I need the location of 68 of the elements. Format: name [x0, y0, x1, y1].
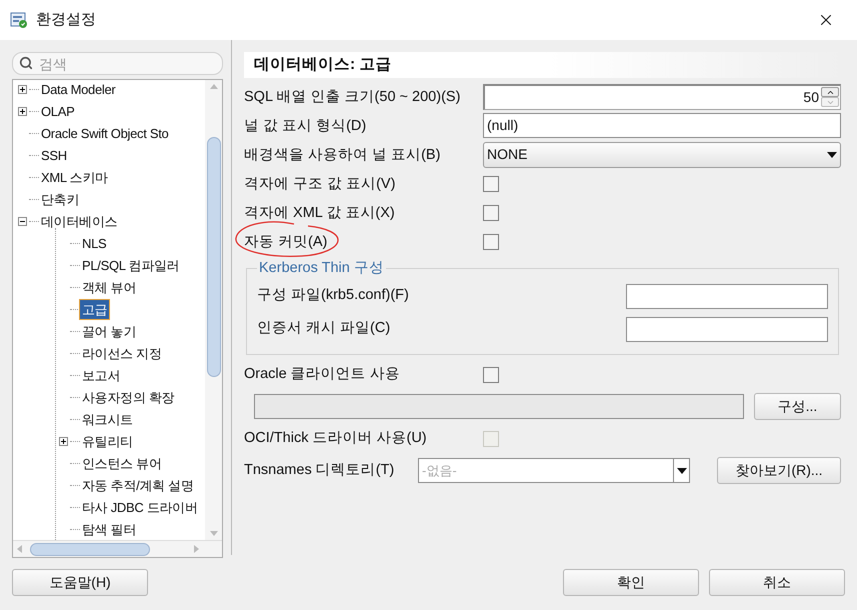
field-label: 격자에 XML 값 표시(X)	[244, 204, 395, 220]
text-field[interactable]	[626, 316, 828, 342]
expand-icon[interactable]	[18, 84, 26, 94]
search-field[interactable]: 검색	[12, 52, 223, 75]
ok-button[interactable]: 확인	[563, 569, 699, 596]
field-label: 널 값 표시 형식(D)	[244, 118, 366, 134]
scroll-left-icon[interactable]	[17, 545, 22, 553]
browse-button[interactable]: 찾아보기(R)...	[717, 457, 841, 484]
dropdown-button[interactable]	[674, 458, 690, 484]
tree-item[interactable]: XML 스키마	[39, 168, 110, 186]
text-field[interactable]: (null)	[483, 113, 841, 138]
search-icon	[19, 56, 33, 70]
tree-item[interactable]: SSH	[39, 146, 69, 164]
field-label: Oracle 클라이언트 사용	[244, 364, 401, 384]
expand-icon[interactable]	[18, 106, 26, 116]
scroll-thumb[interactable]	[30, 542, 150, 556]
checkbox[interactable]	[483, 204, 499, 220]
field-label: 자동 커밋(A)	[244, 234, 328, 250]
tree-item[interactable]: 라이선스 지정	[80, 344, 164, 362]
field-label: 격자에 구조 값 표시(V)	[244, 176, 396, 192]
checkbox[interactable]	[483, 176, 499, 192]
tree-item[interactable]: 끌어 놓기	[80, 322, 138, 340]
configure-button[interactable]: 구성...	[754, 393, 841, 420]
collapse-icon[interactable]	[18, 216, 26, 226]
field-label: 인증서 캐시 파일(C)	[257, 319, 390, 338]
dropdown-arrow-icon	[676, 468, 686, 474]
spin-up-icon[interactable]	[821, 87, 839, 97]
dropdown-arrow-icon	[827, 152, 837, 158]
field-label: Tnsnames 디렉토리(T)	[244, 460, 396, 480]
scroll-up-icon[interactable]	[210, 84, 218, 89]
checkbox[interactable]	[483, 234, 499, 250]
number-field[interactable]: 50	[483, 84, 841, 110]
tree-item[interactable]: 탐색 필터	[80, 520, 138, 538]
horizontal-scrollbar[interactable]	[13, 540, 222, 557]
tree-item[interactable]: Data Modeler	[39, 80, 118, 98]
tree-item[interactable]: Oracle Swift Object Sto	[39, 124, 170, 142]
scroll-right-icon[interactable]	[194, 545, 199, 553]
combo-field[interactable]: -없음-	[418, 458, 674, 484]
group-title: Kerberos Thin 구성	[258, 259, 385, 278]
tree-item[interactable]: 자동 추적/계획 설명	[80, 476, 196, 494]
field-label: OCI/Thick 드라이버 사용(U)	[244, 428, 428, 448]
tree-item[interactable]: PL/SQL 컴파일러	[80, 256, 182, 274]
app-icon	[10, 11, 28, 29]
tree-item[interactable]: 사용자정의 확장	[80, 388, 176, 406]
dropdown[interactable]: NONE	[483, 142, 841, 168]
scroll-down-icon[interactable]	[210, 531, 218, 536]
tree-item[interactable]: NLS	[80, 234, 108, 252]
help-button[interactable]: 도움말(H)	[12, 569, 148, 596]
tree-item[interactable]: 타사 JDBC 드라이버	[80, 498, 200, 516]
text-field[interactable]	[626, 284, 828, 309]
tree-item[interactable]: 인스턴스 뷰어	[80, 454, 164, 472]
expand-icon[interactable]	[58, 436, 68, 446]
cancel-button[interactable]: 취소	[709, 569, 845, 596]
field-label: 배경색을 사용하여 널 표시(B)	[244, 146, 440, 162]
tree-item[interactable]: 데이터베이스	[39, 212, 120, 230]
scroll-thumb[interactable]	[206, 137, 220, 377]
field-label: 구성 파일(krb5.conf)(F)	[257, 286, 409, 306]
tree-item[interactable]: OLAP	[39, 102, 76, 120]
tree-item[interactable]: 유틸리티	[80, 432, 135, 450]
tree-item[interactable]: 워크시트	[80, 410, 135, 428]
vertical-scrollbar[interactable]	[205, 80, 222, 540]
field-label: SQL 배열 인출 크기(50 ~ 200)(S)	[244, 88, 460, 104]
tree-item[interactable]: 단축키	[39, 190, 82, 208]
checkbox[interactable]	[483, 366, 499, 383]
tree-item[interactable]: 보고서	[80, 366, 122, 384]
tree-item[interactable]: 고급	[80, 300, 110, 318]
window-title: 환경설정	[36, 10, 96, 30]
tree-item[interactable]: 객체 뷰어	[80, 278, 138, 296]
